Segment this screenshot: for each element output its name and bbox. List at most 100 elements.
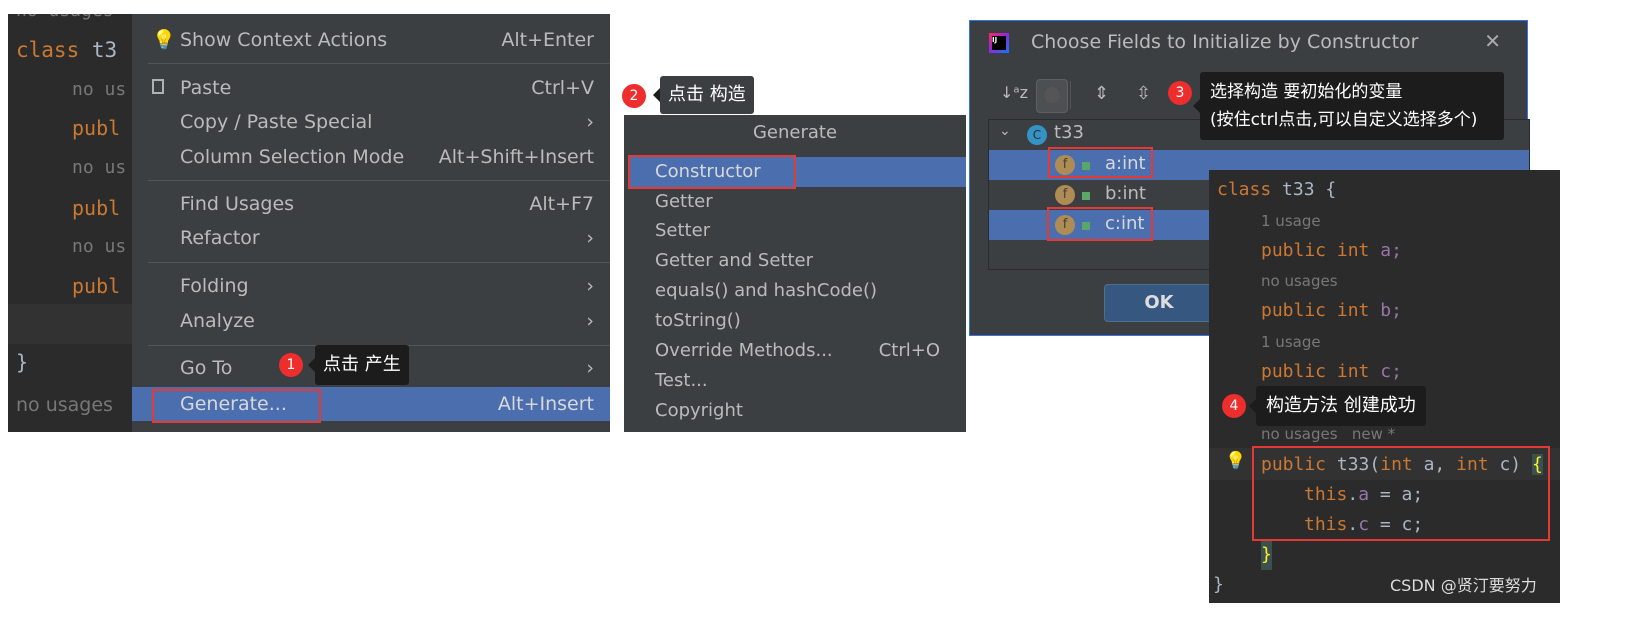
container — [148, 180, 610, 181]
text: } — [1213, 574, 1224, 595]
tree-class-node[interactable]: t33 — [1054, 122, 1084, 143]
text: Show Context Actions — [180, 29, 388, 51]
text: public — [1261, 300, 1327, 321]
text: Go To — [180, 357, 233, 379]
unlock-icon — [1082, 192, 1090, 200]
text: new * — [1351, 425, 1396, 443]
popup-title: Generate — [752, 122, 838, 143]
code-line: no us — [72, 236, 127, 257]
generate-item-override-methods[interactable]: Override Methods... Ctrl+O — [624, 336, 966, 366]
lightbulb-icon[interactable]: 💡 — [1225, 451, 1246, 471]
text: Folding — [180, 275, 249, 297]
text: equals() and hashCode() — [655, 280, 878, 301]
step-tooltip: 选择构造 要初始化的变量 (按住ctrl点击,可以自定义选择多个) — [1193, 72, 1504, 140]
text: Override Methods... — [655, 340, 833, 361]
text: b; — [1380, 300, 1402, 321]
menu-item-folding[interactable]: Folding › — [132, 270, 610, 302]
menu-item-paste[interactable]: Paste Ctrl+V — [132, 72, 610, 104]
text: Column Selection Mode — [180, 146, 405, 168]
text: Getter — [655, 191, 713, 212]
text: Test... — [655, 370, 708, 391]
text: t33 { — [1282, 179, 1337, 200]
text: no usages — [1261, 272, 1338, 290]
text: Ctrl+O — [878, 340, 940, 361]
class-name: t3 — [91, 38, 118, 62]
chevron-right-icon: › — [586, 310, 594, 332]
generate-item-test[interactable]: Test... — [624, 366, 966, 396]
text: a; — [1380, 240, 1402, 261]
chevron-right-icon: › — [586, 111, 594, 133]
container — [148, 63, 610, 64]
step-badge: 2 — [622, 84, 646, 108]
chevron-right-icon: › — [586, 357, 594, 379]
highlight-box — [628, 155, 796, 189]
container: public int b; — [1261, 296, 1402, 326]
text: 选择构造 要初始化的变量 — [1210, 82, 1403, 102]
intellij-logo-icon: IJ — [989, 33, 1009, 53]
generate-item-setter[interactable]: Setter — [624, 216, 966, 246]
container — [148, 262, 610, 263]
dialog-title: Choose Fields to Initialize by Construct… — [1031, 31, 1419, 53]
text: int — [1336, 361, 1370, 382]
text: int — [1336, 240, 1370, 261]
generate-item-equals-hashcode[interactable]: equals() and hashCode() — [624, 276, 966, 306]
chevron-down-icon[interactable]: ⌄ — [999, 123, 1011, 139]
code-line: class t3 — [16, 35, 117, 65]
step-badge: 4 — [1222, 394, 1246, 418]
watermark: CSDN @贤汀要努力 — [1390, 576, 1537, 595]
text: Find Usages — [180, 193, 295, 215]
step-badge: 1 — [279, 353, 303, 377]
container — [8, 304, 138, 344]
menu-item-find-usages[interactable]: Find Usages Alt+F7 — [132, 188, 610, 220]
code-line: no us — [72, 79, 127, 100]
menu-item-show-context-actions[interactable]: 💡 Show Context Actions Alt+Enter — [132, 24, 610, 56]
text: 1 usage — [1261, 333, 1321, 351]
highlight-box — [152, 389, 321, 423]
lightbulb-icon: 💡 — [152, 29, 176, 51]
generate-item-getter-setter[interactable]: Getter and Setter — [624, 246, 966, 276]
step-tooltip: 点击 产生 — [308, 345, 409, 385]
menu-item-refactor[interactable]: Refactor › — [132, 222, 610, 254]
text: } — [1261, 540, 1272, 570]
text: Alt+Enter — [501, 29, 594, 51]
text: toString() — [655, 310, 741, 331]
container: public int c; — [1261, 357, 1402, 387]
text: Ctrl+V — [531, 77, 594, 99]
text: Getter and Setter — [655, 250, 814, 271]
show-classes-toggle[interactable] — [1036, 79, 1068, 113]
highlight-box — [1252, 446, 1550, 541]
code-line: no usages — [16, 394, 113, 416]
close-icon[interactable]: ✕ — [1484, 29, 1501, 53]
generate-item-tostring[interactable]: toString() — [624, 306, 966, 336]
menu-item-analyze[interactable]: Analyze › — [132, 305, 610, 337]
text: Copy / Paste Special — [180, 111, 373, 133]
generate-item-getter[interactable]: Getter — [624, 187, 966, 217]
collapse-all-icon[interactable]: ⇳ — [1136, 83, 1151, 104]
class-icon: C — [1027, 125, 1047, 145]
chevron-right-icon: › — [586, 227, 594, 249]
text: Setter — [655, 220, 711, 241]
ok-button[interactable]: OK — [1104, 284, 1214, 322]
text: int — [1336, 300, 1370, 321]
code-line: publ — [72, 116, 121, 140]
container: class t33 { — [1217, 175, 1336, 205]
container — [1070, 81, 1071, 109]
generate-item-copyright[interactable]: Copyright — [624, 396, 966, 426]
highlight-box — [1047, 207, 1153, 241]
container: public int a; — [1261, 236, 1402, 266]
code-line: no us — [72, 157, 127, 178]
step-badge: 3 — [1168, 81, 1192, 105]
field-icon: f — [1055, 185, 1075, 205]
menu-item-column-selection-mode[interactable]: Column Selection Mode Alt+Shift+Insert — [132, 141, 610, 173]
highlight-box — [1048, 147, 1153, 178]
text: Refactor — [180, 227, 260, 249]
text: Copyright — [655, 400, 743, 421]
expand-all-icon[interactable]: ⇕ — [1094, 83, 1109, 104]
text: Paste — [180, 77, 232, 99]
text: public — [1261, 361, 1327, 382]
left-editor: no usages class t3 no us publ no us publ… — [8, 14, 138, 432]
text: b:int — [1105, 183, 1146, 204]
sort-alphabetically-icon[interactable]: ↓ᵃz — [1000, 83, 1028, 102]
menu-item-copy-paste-special[interactable]: Copy / Paste Special › — [132, 106, 610, 138]
chevron-right-icon: › — [586, 275, 594, 297]
